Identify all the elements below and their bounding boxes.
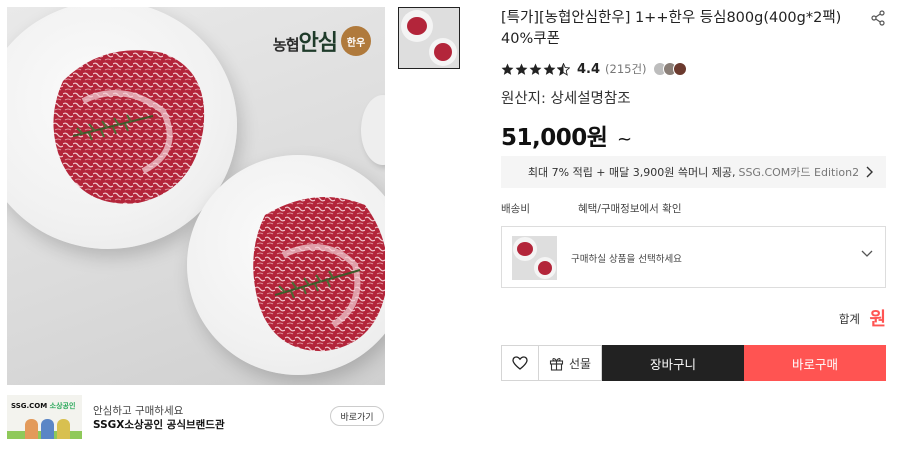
thumbnail-1[interactable] [398,7,460,69]
price: 51,000원 ~ [501,118,886,152]
store-subtitle: 안심하고 구매하세요 [93,405,184,417]
logo-main: 안심 [298,31,338,56]
chevron-right-icon [866,166,873,178]
side-dish [361,95,385,165]
star-icon [515,63,528,75]
store-banner-person [25,419,38,439]
star-half-icon [557,62,570,76]
gift-label: 선물 [568,356,592,371]
store-name: SSGX소상공인 공식브랜드관 [93,419,225,431]
star-icon [501,63,514,75]
logo-seal: 한우 [341,26,371,56]
price-suffix: ~ [616,129,632,150]
brand-logo: 농협안심 한우 [273,25,371,57]
steak-top [53,50,205,204]
add-to-cart-button[interactable]: 장바구니 [602,345,744,381]
title-row: [특가][농협안심한우] 1++한우 등심800g(400g*2팩) 40%쿠폰 [501,8,886,50]
card-benefit-card-name: SSG.COM카드 Edition2 [738,166,860,179]
store-logo-sub: 소상공인 [49,402,76,410]
store-go-label: 바로가기 [340,412,374,423]
store-banner-image: SSG.COM 소상공인 [7,395,82,439]
product-title: [특가][농협안심한우] 1++한우 등심800g(400g*2팩) 40%쿠폰 [501,10,842,47]
logo-prefix: 농협 [272,36,300,54]
purchase-actions: 선물 장바구니 바로구매 [501,345,886,381]
buy-now-button[interactable]: 바로구매 [744,345,886,381]
origin-info: 원산지: 상세설명참조 [501,91,631,107]
star-icon [529,63,542,75]
store-banner-person [41,419,54,439]
price-value: 51,000원 [501,125,608,151]
review-photo-thumbs[interactable] [652,62,687,76]
shipping-label: 배송비 [501,203,530,215]
review-count[interactable]: (215건) [605,61,647,77]
store-logo-text: SSG.COM [11,402,48,410]
thumbnail-image [399,8,459,68]
rating-score: 4.4 [577,61,601,77]
review-photo [672,62,687,76]
total-value: 원 [869,309,886,330]
store-banner[interactable]: SSG.COM 소상공인 안심하고 구매하세요 SSGX소상공인 공식브랜드관 … [0,386,392,446]
store-go-button[interactable]: 바로가기 [330,406,384,426]
star-icon [543,63,556,75]
option-placeholder: 구매하실 상품을 선택하세요 [571,254,682,265]
option-image [512,236,557,280]
product-info: [특가][농협안심한우] 1++한우 등심800g(400g*2팩) 40%쿠폰… [501,8,886,152]
total-label: 합계 [838,312,860,326]
gift-icon [549,357,564,371]
gift-button[interactable]: 선물 [539,345,602,381]
card-benefit-text: 최대 7% 적립 + 매달 3,900원 쓱머니 제공, [527,166,736,179]
store-banner-person [57,419,70,439]
shipping-value: 혜택/구매정보에서 확인 [578,203,682,215]
share-icon[interactable] [870,10,886,26]
like-button[interactable] [501,345,539,381]
star-rating [501,62,570,76]
heart-icon [512,356,528,370]
product-main-image[interactable]: 농협안심 한우 [7,7,385,385]
chevron-down-icon [861,250,873,257]
option-thumbnail [512,236,557,280]
card-benefit-banner[interactable]: 최대 7% 적립 + 매달 3,900원 쓱머니 제공, SSG.COM카드 E… [501,156,886,188]
total-row: 합계 원 [501,306,886,330]
rating-row[interactable]: 4.4 (215건) [501,60,886,78]
option-select[interactable]: 구매하실 상품을 선택하세요 [501,226,886,288]
store-logo: SSG.COM 소상공인 [11,401,75,411]
steak-bottom [253,197,385,352]
